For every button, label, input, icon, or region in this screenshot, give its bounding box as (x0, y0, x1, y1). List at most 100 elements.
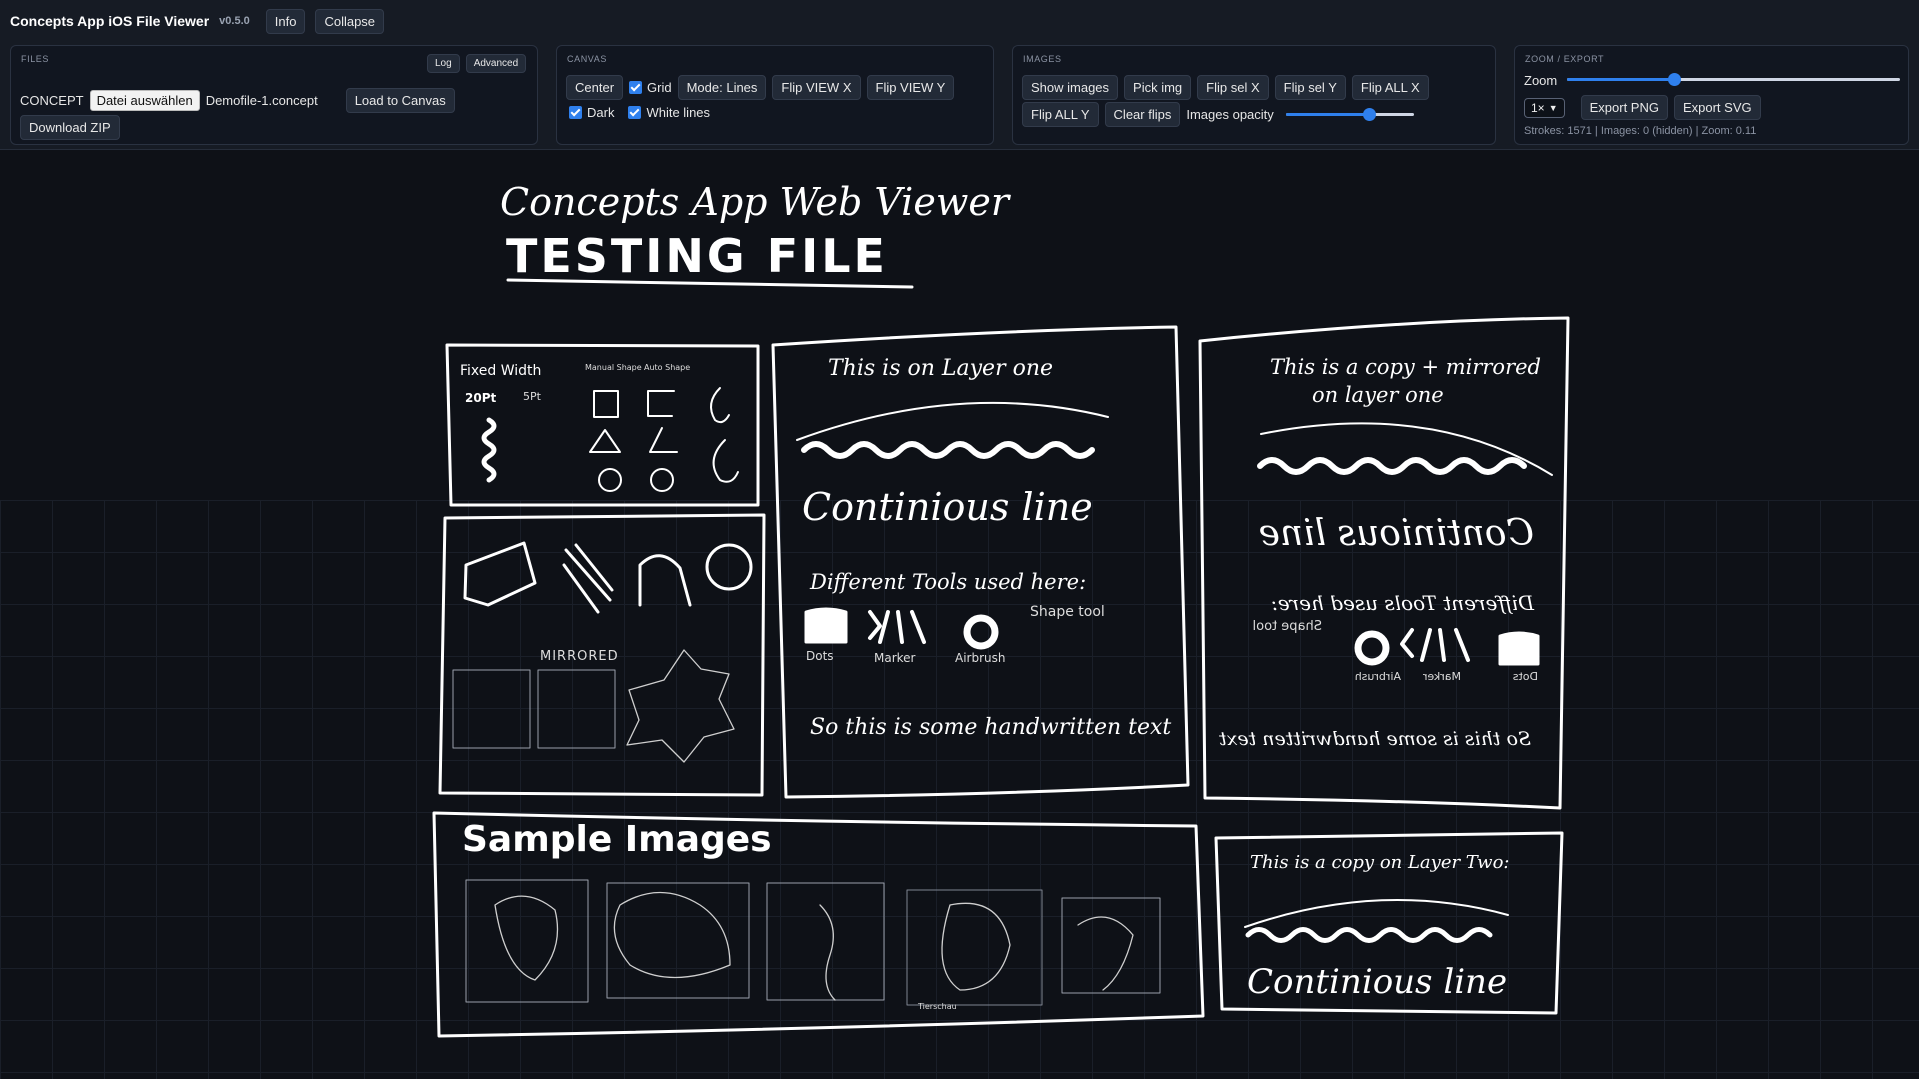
concept-label: CONCEPT (20, 93, 84, 108)
circle-auto-shape (650, 468, 674, 492)
files-panel-title: FILES (21, 54, 50, 64)
flip-view-y-button[interactable]: Flip VIEW Y (866, 75, 955, 100)
sample-sketch-4 (941, 902, 1011, 991)
shape-tool-label-mirrored: Shape tool (1253, 619, 1322, 634)
show-images-button[interactable]: Show images (1022, 75, 1119, 100)
slider-thumb[interactable] (1667, 73, 1681, 86)
scale-select[interactable]: 1× ▼ (1524, 97, 1565, 118)
thick-wave (801, 441, 1095, 459)
dots-swatch (804, 607, 848, 644)
mirrored-label: MIRRORED (540, 649, 619, 664)
export-png-button[interactable]: Export PNG (1580, 95, 1668, 120)
log-button[interactable]: Log (427, 54, 460, 73)
flip-all-y-button[interactable]: Flip ALL Y (1022, 102, 1099, 127)
images-opacity-slider[interactable] (1285, 107, 1414, 123)
drawing-title: Concepts App Web Viewer (500, 180, 1012, 224)
airbrush-swatch (963, 614, 999, 650)
chevron-down-icon: ▼ (1548, 102, 1558, 113)
images-panel-title: IMAGES (1023, 54, 1062, 64)
different-tools-mirrored: Different Tools used here: (1271, 591, 1535, 615)
collapse-button[interactable]: Collapse (315, 8, 385, 34)
fixed-width-label: Fixed Width (460, 363, 541, 379)
download-zip-button[interactable]: Download ZIP (20, 115, 120, 140)
leaf-sketch (626, 649, 735, 763)
thick-wave-layer-two (1245, 927, 1493, 943)
image-frame-1 (452, 669, 531, 749)
pick-img-button[interactable]: Pick img (1124, 75, 1192, 100)
sample-sketch-3 (819, 904, 836, 1001)
scale-select-value: 1× (1531, 100, 1545, 115)
export-svg-button[interactable]: Export SVG (1673, 95, 1761, 120)
sample-sketch-2 (613, 891, 731, 979)
advanced-button[interactable]: Advanced (465, 54, 527, 73)
slider-fill (1285, 112, 1369, 116)
marker-tool-swatch-mirrored (1400, 628, 1470, 662)
drawing-canvas[interactable]: Concepts App Web Viewer TESTING FILE Fix… (0, 150, 1919, 1079)
shape-tool-label: Shape tool (1030, 604, 1105, 620)
choose-file-button[interactable]: Datei auswählen (89, 90, 200, 111)
circle-shape (598, 468, 622, 492)
flip-view-x-button[interactable]: Flip VIEW X (772, 75, 861, 100)
sample-sketch-5 (1077, 916, 1134, 991)
drawing-svg: Concepts App Web Viewer TESTING FILE Fix… (432, 180, 1570, 1038)
copy-mirrored-line-1: This is a copy + mirrored (1270, 355, 1541, 379)
sample-image-frame-3 (766, 882, 885, 1001)
marker-label-mirrored: Marker (1423, 670, 1461, 683)
grid-checkbox[interactable]: Grid (629, 80, 672, 95)
continuous-line-text: Continious line (802, 485, 1093, 529)
slider-fill (1567, 78, 1674, 81)
flip-all-x-button[interactable]: Flip ALL X (1351, 75, 1429, 100)
mode-button[interactable]: Mode: Lines (677, 75, 767, 100)
dark-checkbox[interactable]: Dark (569, 105, 614, 120)
triangle-auto-shape (649, 427, 678, 453)
sample-images-title: Sample Images (462, 819, 772, 860)
stats-text: Strokes: 1571 | Images: 0 (hidden) | Zoo… (1524, 125, 1757, 137)
files-panel: FILES Log Advanced CONCEPT Datei auswähl… (10, 45, 538, 145)
zoom-label: Zoom (1524, 72, 1558, 88)
airbrush-swatch-mirrored (1354, 630, 1390, 666)
square-auto-shape (647, 390, 675, 417)
zoom-export-panel: ZOOM / EXPORT Zoom 1× ▼ Export PNG Expor… (1514, 45, 1909, 145)
images-opacity-label: Images opacity (1186, 107, 1274, 122)
continuous-line-layer-two: Continious line (1247, 962, 1507, 1002)
flip-sel-x-button[interactable]: Flip sel X (1197, 75, 1269, 100)
slider-thumb[interactable] (1362, 107, 1376, 121)
info-button[interactable]: Info (265, 8, 306, 34)
load-to-canvas-button[interactable]: Load to Canvas (345, 88, 455, 113)
clear-flips-button[interactable]: Clear flips (1104, 102, 1181, 127)
toolbar: Concepts App iOS File Viewer v0.5.0 Info… (0, 0, 1919, 150)
scribble-swatch (705, 543, 753, 591)
auto-shape-label: Auto Shape (644, 363, 690, 372)
checkbox-checked-icon (628, 106, 642, 119)
white-lines-checkbox[interactable]: White lines (628, 105, 710, 120)
grid-label: Grid (647, 80, 672, 95)
wavy-20pt-stroke (481, 417, 497, 483)
curve-line-layer-two (1244, 899, 1509, 928)
sample-image-frame-5 (1061, 897, 1161, 994)
app-title: Concepts App iOS File Viewer (10, 13, 210, 29)
arch-swatch (638, 554, 692, 607)
zoom-panel-title: ZOOM / EXPORT (1525, 54, 1605, 64)
white-lines-label: White lines (646, 105, 711, 120)
flip-sel-y-button[interactable]: Flip sel Y (1274, 75, 1346, 100)
manual-shape-label: Manual Shape (585, 363, 642, 372)
hatched-swatch (463, 541, 537, 607)
different-tools-text: Different Tools used here: (809, 570, 1086, 594)
marker-swatch (562, 543, 614, 614)
dots-swatch-mirrored (1498, 631, 1540, 666)
dark-label: Dark (587, 105, 615, 120)
curve-shape (710, 387, 730, 424)
pt20-label: 20Pt (465, 391, 496, 405)
zoom-slider[interactable] (1567, 72, 1900, 88)
handwritten-text-mirrored: So this is some handwritten text (1219, 728, 1531, 750)
triangle-shape (589, 429, 621, 453)
layer-one-text: This is on Layer one (828, 356, 1053, 381)
center-button[interactable]: Center (566, 75, 624, 100)
sketch-caption: Tierschau (917, 1002, 957, 1011)
sample-image-frame-1 (465, 879, 589, 1003)
handwritten-text: So this is some handwritten text (810, 715, 1171, 740)
copy-mirrored-line-2: on layer one (1312, 383, 1444, 407)
airbrush-label: Airbrush (955, 651, 1006, 665)
copy-layer-two-text: This is a copy on Layer Two: (1250, 852, 1509, 873)
titlebar: Concepts App iOS File Viewer v0.5.0 Info… (10, 8, 385, 34)
